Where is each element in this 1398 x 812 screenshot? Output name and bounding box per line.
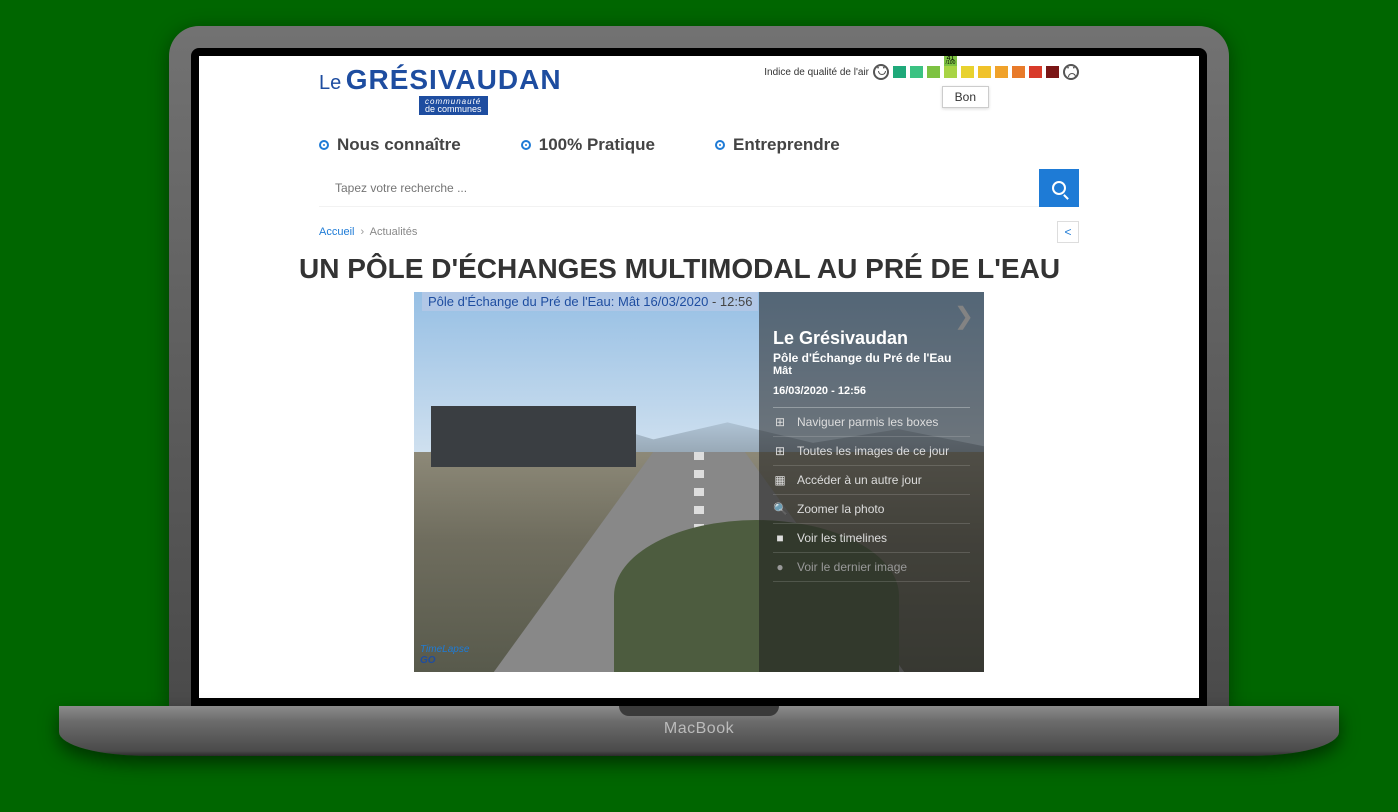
air-quality-widget: Indice de qualité de l'air 41/100 — [764, 64, 1079, 108]
panel-title: Le Grésivaudan — [773, 328, 970, 349]
menu-item-zoom[interactable]: 🔍 Zoomer la photo — [773, 495, 970, 524]
share-button[interactable]: < — [1057, 221, 1079, 243]
panel-sub1: Pôle d'Échange du Pré de l'Eau — [773, 351, 970, 365]
search-icon — [1052, 181, 1066, 195]
search-input[interactable] — [319, 169, 1039, 207]
menu-label: Voir le dernier image — [797, 560, 907, 574]
grid-icon: ⊞ — [773, 444, 787, 458]
bullet-icon — [319, 140, 329, 150]
nav-item-practical[interactable]: 100% Pratique — [521, 135, 655, 155]
menu-label: Toutes les images de ce jour — [797, 444, 949, 458]
menu-label: Zoomer la photo — [797, 502, 884, 516]
menu-item-all-images-day[interactable]: ⊞ Toutes les images de ce jour — [773, 437, 970, 466]
air-swatch-6 — [978, 66, 991, 78]
logo-sub: communauté de communes — [419, 96, 488, 115]
search-button[interactable] — [1039, 169, 1079, 207]
bullet-icon — [521, 140, 531, 150]
air-label: Indice de qualité de l'air — [764, 67, 869, 78]
nav-label: 100% Pratique — [539, 135, 655, 155]
breadcrumb-current: Actualités — [370, 226, 418, 238]
menu-label: Voir les timelines — [797, 531, 887, 545]
timelapse-logo: TimeLapseGO — [420, 644, 469, 666]
breadcrumb-home[interactable]: Accueil — [319, 226, 354, 238]
logo-prefix: Le — [319, 72, 341, 94]
main-nav: Nous connaître 100% Pratique Entreprendr… — [199, 117, 1199, 165]
smile-icon — [873, 64, 889, 80]
menu-item-last-image[interactable]: ● Voir le dernier image — [773, 553, 970, 582]
menu-label: Accéder à un autre jour — [797, 473, 922, 487]
menu-label: Naviguer parmis les boxes — [797, 415, 938, 429]
dot-icon: ● — [773, 560, 787, 574]
menu-item-timelines[interactable]: ■ Voir les timelines — [773, 524, 970, 553]
search-bar — [319, 169, 1079, 207]
timelapse-widget: Pôle d'Échange du Pré de l'Eau: Mât 16/0… — [414, 292, 984, 672]
share-icon: < — [1064, 225, 1071, 239]
widget-panel: Le Grésivaudan Pôle d'Échange du Pré de … — [759, 292, 984, 672]
panel-timestamp: 16/03/2020 - 12:56 — [773, 385, 970, 397]
menu-item-navigate-boxes[interactable]: ⊞ Naviguer parmis les boxes — [773, 408, 970, 437]
chevron-right-icon: › — [361, 226, 365, 238]
air-swatch-5 — [961, 66, 974, 78]
logo-main: GRÉSIVAUDAN — [346, 64, 562, 95]
panel-sub2: Mât — [773, 365, 970, 377]
air-swatch-8 — [1012, 66, 1025, 78]
air-swatch-2 — [910, 66, 923, 78]
bullet-icon — [715, 140, 725, 150]
calendar-icon: ▦ — [773, 473, 787, 487]
air-swatch-current: 41/100 — [944, 66, 957, 78]
menu-item-other-day[interactable]: ▦ Accéder à un autre jour — [773, 466, 970, 495]
nav-item-know[interactable]: Nous connaître — [319, 135, 461, 155]
sad-icon — [1063, 64, 1079, 80]
page-title: UN PÔLE D'ÉCHANGES MULTIMODAL AU PRÉ DE … — [199, 245, 1199, 292]
grid-icon: ⊞ — [773, 415, 787, 429]
nav-item-entreprendre[interactable]: Entreprendre — [715, 135, 840, 155]
nav-label: Entreprendre — [733, 135, 840, 155]
zoom-icon: 🔍 — [773, 502, 787, 516]
air-swatch-10 — [1046, 66, 1059, 78]
air-tooltip: Bon — [942, 86, 989, 108]
air-swatch-1 — [893, 66, 906, 78]
video-icon: ■ — [773, 531, 787, 545]
site-logo[interactable]: Le GRÉSIVAUDAN communauté de communes — [319, 64, 562, 117]
laptop-brand: MacBook — [664, 720, 734, 738]
widget-top-label: Pôle d'Échange du Pré de l'Eau: Mât 16/0… — [422, 292, 758, 311]
air-swatch-9 — [1029, 66, 1042, 78]
nav-label: Nous connaître — [337, 135, 461, 155]
air-swatch-7 — [995, 66, 1008, 78]
laptop-base: MacBook — [59, 706, 1339, 756]
air-swatch-3 — [927, 66, 940, 78]
breadcrumb: Accueil › Actualités — [319, 226, 417, 238]
